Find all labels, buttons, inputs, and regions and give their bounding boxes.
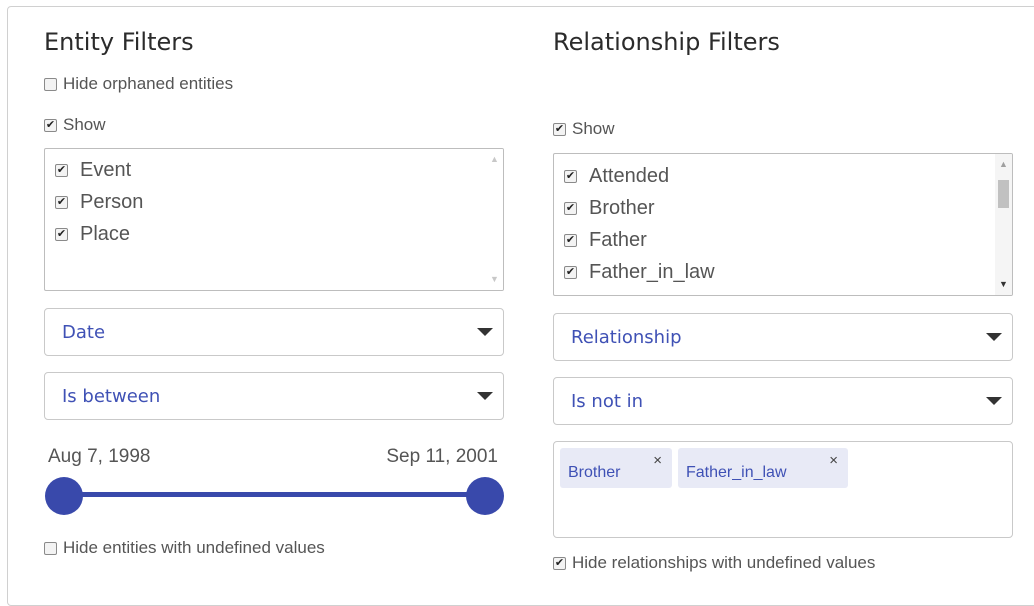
- checkbox-checked-icon: ✔: [553, 556, 566, 570]
- chevron-down-icon: [477, 392, 493, 400]
- list-item-label: Brother: [589, 196, 655, 219]
- relationship-operator-value: Is not in: [571, 390, 644, 412]
- scroll-down-icon[interactable]: ▼: [486, 271, 503, 288]
- list-item-event[interactable]: ✔ Event: [45, 154, 503, 186]
- relationship-type-list[interactable]: ✔ Attended ✔ Brother ✔ Father ✔ Father_i…: [553, 153, 1013, 296]
- entity-property-value: Date: [62, 321, 106, 343]
- relationship-show-label: Show: [572, 119, 615, 138]
- list-item-label: Person: [80, 190, 144, 213]
- range-start-label: Aug 7, 1998: [48, 446, 151, 467]
- entity-property-select[interactable]: Date: [44, 308, 504, 356]
- tag-chip: Brother ×: [560, 448, 672, 488]
- slider-start-handle[interactable]: [45, 477, 83, 515]
- list-item-person[interactable]: ✔ Person: [45, 186, 503, 218]
- tag-label: Brother: [568, 464, 621, 481]
- list-item-label: Event: [80, 158, 132, 181]
- list-item-place[interactable]: ✔ Place: [45, 218, 503, 250]
- relationship-property-select[interactable]: Relationship: [553, 313, 1013, 361]
- checkbox-checked-icon: ✔: [553, 122, 566, 136]
- checkbox-checked-icon: ✔: [564, 169, 577, 183]
- scroll-down-icon[interactable]: ▼: [995, 276, 1012, 293]
- list-item-label: Attended: [589, 164, 670, 187]
- entity-operator-value: Is between: [62, 385, 161, 407]
- list-item-label: Father_in_law: [589, 260, 715, 283]
- chevron-down-icon: [986, 333, 1002, 341]
- hide-orphaned-label: Hide orphaned entities: [63, 74, 234, 93]
- list-item-attended[interactable]: ✔ Attended: [554, 160, 1012, 192]
- entity-operator-select[interactable]: Is between: [44, 372, 504, 420]
- checkbox-unchecked-icon: [44, 77, 57, 91]
- relationship-filters-title: Relationship Filters: [553, 28, 780, 56]
- relationship-property-value: Relationship: [571, 326, 682, 348]
- entity-show-checkbox[interactable]: ✔ Show: [44, 115, 106, 135]
- range-end-label: Sep 11, 2001: [386, 446, 498, 467]
- hide-relationships-undefined-checkbox[interactable]: ✔ Hide relationships with undefined valu…: [553, 553, 875, 573]
- close-icon[interactable]: ×: [829, 452, 838, 469]
- hide-entities-undefined-label: Hide entities with undefined values: [63, 538, 325, 557]
- relationship-show-checkbox[interactable]: ✔ Show: [553, 119, 615, 139]
- chevron-down-icon: [477, 328, 493, 336]
- scroll-up-icon[interactable]: ▲: [486, 151, 503, 168]
- list-item-label: Place: [80, 222, 131, 245]
- checkbox-checked-icon: ✔: [55, 195, 68, 209]
- entity-type-list[interactable]: ✔ Event ✔ Person ✔ Place ▲ ▼: [44, 148, 504, 291]
- tag-chip: Father_in_law ×: [678, 448, 848, 488]
- list-item-label: Father: [589, 228, 647, 251]
- checkbox-checked-icon: ✔: [564, 233, 577, 247]
- hide-orphaned-checkbox[interactable]: Hide orphaned entities: [44, 74, 233, 94]
- scrollbar-thumb[interactable]: [998, 180, 1009, 208]
- relationship-operator-select[interactable]: Is not in: [553, 377, 1013, 425]
- checkbox-checked-icon: ✔: [55, 227, 68, 241]
- relationship-list-scrollbar[interactable]: ▲ ▼: [995, 154, 1012, 295]
- slider-end-handle[interactable]: [466, 477, 504, 515]
- checkbox-checked-icon: ✔: [55, 163, 68, 177]
- list-item-father-in-law[interactable]: ✔ Father_in_law: [554, 256, 1012, 288]
- hide-entities-undefined-checkbox[interactable]: Hide entities with undefined values: [44, 538, 325, 558]
- checkbox-checked-icon: ✔: [564, 201, 577, 215]
- entity-show-label: Show: [63, 115, 106, 134]
- entity-filters-title: Entity Filters: [44, 28, 194, 56]
- entity-list-scrollbar[interactable]: ▲ ▼: [486, 149, 503, 290]
- hide-relationships-undefined-label: Hide relationships with undefined values: [572, 553, 876, 572]
- list-item-father[interactable]: ✔ Father: [554, 224, 1012, 256]
- chevron-down-icon: [986, 397, 1002, 405]
- scroll-up-icon[interactable]: ▲: [995, 156, 1012, 173]
- checkbox-checked-icon: ✔: [564, 265, 577, 279]
- tag-label: Father_in_law: [686, 464, 787, 481]
- list-item-brother[interactable]: ✔ Brother: [554, 192, 1012, 224]
- slider-track: [64, 492, 484, 497]
- checkbox-unchecked-icon: [44, 541, 57, 555]
- checkbox-checked-icon: ✔: [44, 118, 57, 132]
- relationship-values-multiselect[interactable]: Brother × Father_in_law ×: [553, 441, 1013, 538]
- close-icon[interactable]: ×: [653, 452, 662, 469]
